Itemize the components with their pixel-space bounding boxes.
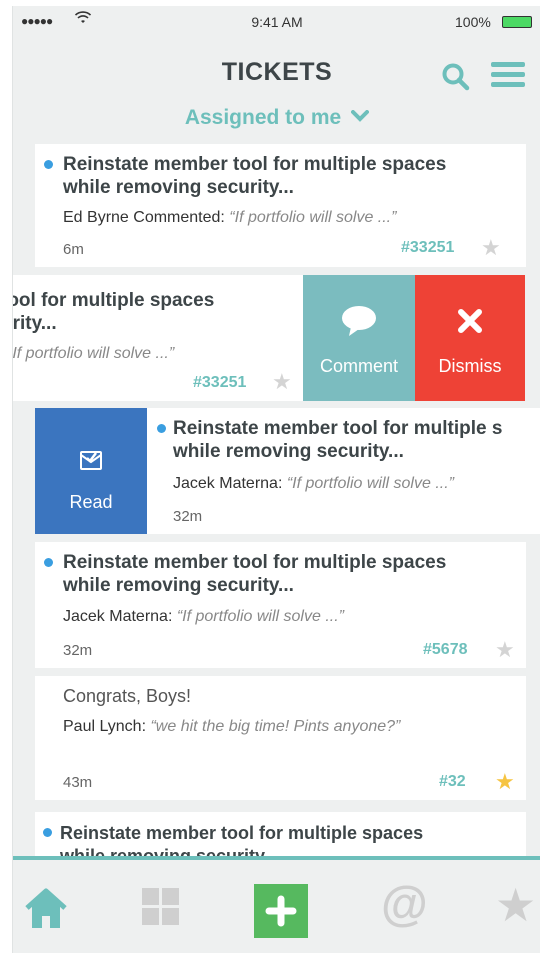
comment-icon (342, 306, 376, 336)
unread-dot (43, 828, 52, 837)
filter-label: Assigned to me (184, 106, 342, 129)
search-button[interactable] (441, 62, 471, 92)
mail-read-icon (80, 451, 102, 470)
tab-mentions[interactable]: @ (381, 878, 431, 931)
ticket-comment: Paul Lynch: “we hit the big time! Pints … (63, 718, 401, 735)
dismiss-button[interactable]: Dismiss (415, 275, 525, 401)
ticket-number[interactable]: #32 (439, 773, 466, 791)
ticket-comment: Ed Byrne Commented: “If portfolio will s… (63, 209, 397, 226)
home-icon (25, 888, 67, 928)
ticket-subject: Reinstate member tool for multiple space… (63, 552, 447, 596)
ticket-number[interactable]: #33251 (193, 374, 246, 392)
dismiss-label: Dismiss (438, 356, 502, 376)
filter-dropdown[interactable]: Assigned to me (13, 106, 540, 130)
ticket-subject: tool for multiple spaces urity... (12, 290, 215, 334)
ticket-age: 43m (63, 774, 93, 791)
ticket-card-swiped[interactable]: Reinstate member tool for multiple s whi… (147, 408, 540, 534)
battery-icon (502, 16, 532, 28)
ticket-number[interactable]: #5678 (423, 641, 468, 659)
chevron-down-icon (351, 104, 370, 128)
star-icon[interactable]: ★ (481, 237, 501, 259)
ticket-card[interactable]: Reinstate member tool for multiple space… (35, 542, 526, 668)
ticket-card-swiped[interactable]: tool for multiple spaces urity... “If po… (12, 275, 303, 401)
grid-icon (142, 888, 179, 925)
ticket-age: 32m (63, 642, 93, 659)
ticket-subject: Reinstate member tool for multiple s whi… (173, 418, 503, 462)
unread-dot (44, 160, 53, 169)
ticket-age: 6m (63, 241, 84, 258)
ticket-comment: Jacek Materna: “If portfolio will solve … (173, 475, 454, 492)
comment-label: Comment (319, 356, 399, 376)
ticket-subject: Congrats, Boys! (63, 686, 192, 706)
menu-icon (491, 62, 525, 67)
add-icon (254, 884, 308, 938)
ticket-subject: Reinstate member tool for multiple space… (63, 154, 447, 198)
ticket-number[interactable]: #33251 (401, 239, 454, 257)
ticket-card[interactable]: Congrats, Boys! Paul Lynch: “we hit the … (35, 676, 526, 800)
menu-button[interactable] (491, 62, 525, 90)
ticket-age: 32m (173, 508, 203, 525)
read-button[interactable]: Read (35, 408, 147, 534)
star-icon[interactable]: ★ (495, 771, 515, 793)
unread-dot (44, 558, 53, 567)
tab-home[interactable] (23, 886, 71, 936)
star-icon[interactable]: ★ (272, 371, 292, 393)
app-screen: ●●●●● 9:41 AM 100% TICKETS Assigned to m… (12, 6, 540, 953)
comment-button[interactable]: Comment (303, 275, 415, 401)
status-bar: ●●●●● 9:41 AM 100% (13, 6, 540, 38)
ticket-comment: “If portfolio will solve ...” (12, 345, 175, 362)
battery-percent: 100% (455, 14, 491, 30)
tab-dashboard[interactable] (140, 886, 184, 936)
star-icon[interactable]: ★ (495, 639, 515, 661)
star-icon: ★ (495, 880, 537, 930)
unread-dot (157, 424, 166, 433)
mentions-icon: @ (381, 878, 428, 931)
search-icon (442, 63, 470, 91)
tab-bar: @ ★ (13, 856, 540, 953)
ticket-card[interactable]: Reinstate member tool for multiple space… (35, 144, 526, 267)
ticket-comment: Jacek Materna: “If portfolio will solve … (63, 608, 344, 625)
tab-starred[interactable]: ★ (495, 880, 540, 930)
read-label: Read (69, 492, 113, 512)
tab-add[interactable] (254, 884, 308, 938)
close-icon (458, 309, 482, 333)
